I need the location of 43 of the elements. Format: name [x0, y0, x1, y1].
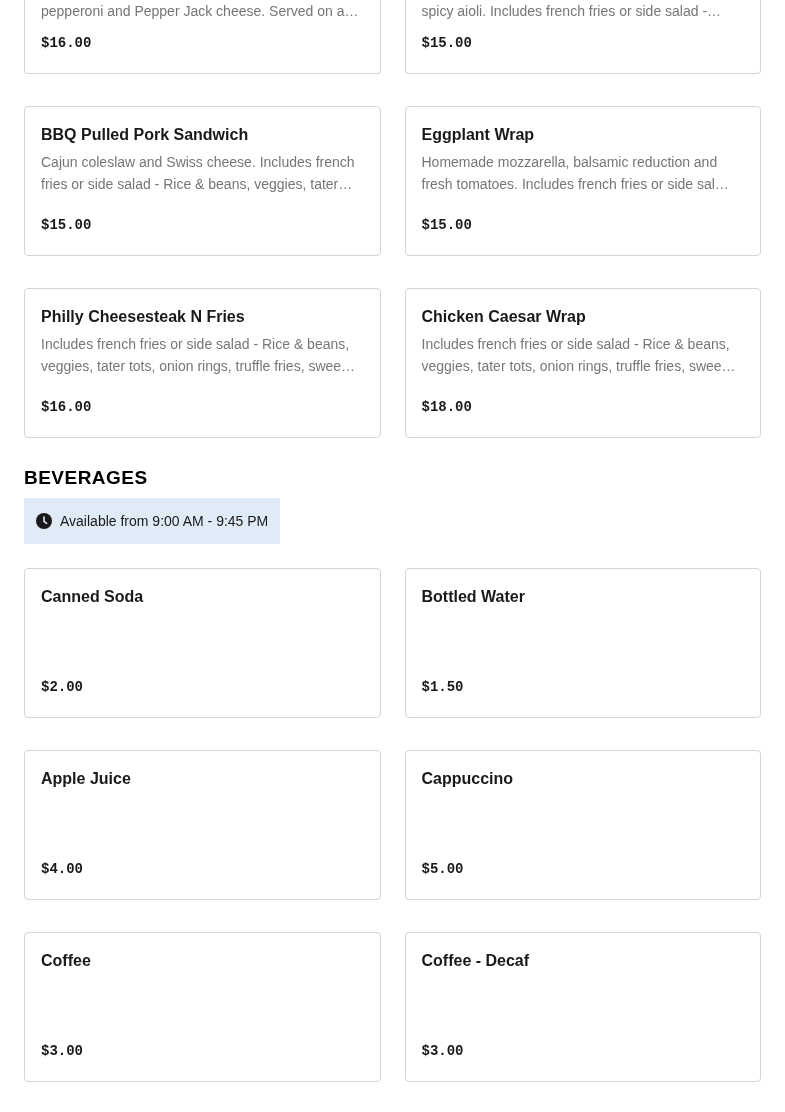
menu-card[interactable]: Coffee $3.00 [24, 932, 381, 1082]
item-name: Coffee - Decaf [421, 951, 531, 971]
item-name: Philly Cheesesteak N Fries [41, 307, 246, 327]
menu-card[interactable]: Apple Juice $4.00 [24, 750, 381, 900]
item-name: Chicken Caesar Wrap [421, 307, 587, 327]
menu-card[interactable]: Chicken Caesar Wrap Includes french fries or side salad - Rice & beans, veggies, tater tots, onion rings, truffle fries, swee… $18.00 [404, 288, 761, 438]
item-price: $16.00 [41, 398, 93, 417]
clock-icon [36, 513, 52, 529]
item-name: BBQ Pulled Pork Sandwich [41, 125, 250, 145]
menu-card[interactable]: Philly Cheesesteak N Fries Includes french fries or side salad - Rice & beans, veggies, tater tots, onion rings, truffle fries, swee… $16.00 [24, 288, 381, 438]
item-description: Includes french fries or side salad - Rice & beans, veggies, tater tots, onion rings, truffle fries, swee… [421, 335, 737, 376]
item-price: $3.00 [421, 1042, 465, 1061]
item-name: Eggplant Wrap [421, 125, 536, 145]
item-price: $5.00 [421, 860, 465, 879]
item-name: Apple Juice [41, 769, 132, 789]
section-heading: BEVERAGES [24, 466, 149, 490]
menu-card[interactable]: Coffee - Decaf $3.00 [404, 932, 761, 1082]
menu-card[interactable]: pepperoni and Pepper Jack cheese. Served on a… $16.00 [24, 0, 381, 74]
item-price: $3.00 [41, 1042, 84, 1061]
availability-text: Available from 9:00 AM - 9:45 PM [60, 511, 269, 531]
item-name: Cappuccino [421, 769, 515, 789]
item-name: Coffee [41, 951, 92, 971]
item-description: spicy aioli. Includes french fries or side salad -… [421, 2, 723, 21]
item-price: $15.00 [421, 216, 473, 235]
item-price: $18.00 [421, 398, 473, 417]
item-description: pepperoni and Pepper Jack cheese. Served on a… [41, 2, 360, 21]
item-price: $16.00 [41, 34, 93, 53]
item-price: $1.50 [421, 678, 465, 697]
item-name: Bottled Water [421, 587, 526, 607]
menu-card[interactable]: Bottled Water $1.50 [404, 568, 761, 718]
item-description: Includes french fries or side salad - Rice & beans, veggies, tater tots, onion rings, truffle fries, swee… [41, 335, 357, 376]
item-price: $15.00 [41, 216, 93, 235]
menu-card[interactable]: Eggplant Wrap Homemade mozzarella, balsamic reduction and fresh tomatoes. Includes french fries or side sal… $15.00 [404, 106, 761, 256]
item-description: Homemade mozzarella, balsamic reduction and fresh tomatoes. Includes french fries or side sal… [421, 153, 730, 194]
item-price: $4.00 [41, 860, 84, 879]
item-description: Cajun coleslaw and Swiss cheese. Includes french fries or side salad - Rice & beans, veggies, tater… [41, 153, 356, 194]
item-price: $15.00 [421, 34, 473, 53]
menu-card[interactable]: BBQ Pulled Pork Sandwich Cajun coleslaw and Swiss cheese. Includes french fries or side salad - Rice & beans, veggies, tater… $15.00 [24, 106, 381, 256]
menu-card[interactable]: Cappuccino $5.00 [404, 750, 761, 900]
menu-card[interactable]: Canned Soda $2.00 [24, 568, 381, 718]
item-price: $2.00 [41, 678, 84, 697]
item-name: Canned Soda [41, 587, 145, 607]
menu-card[interactable]: spicy aioli. Includes french fries or side salad -… $15.00 [404, 0, 761, 74]
